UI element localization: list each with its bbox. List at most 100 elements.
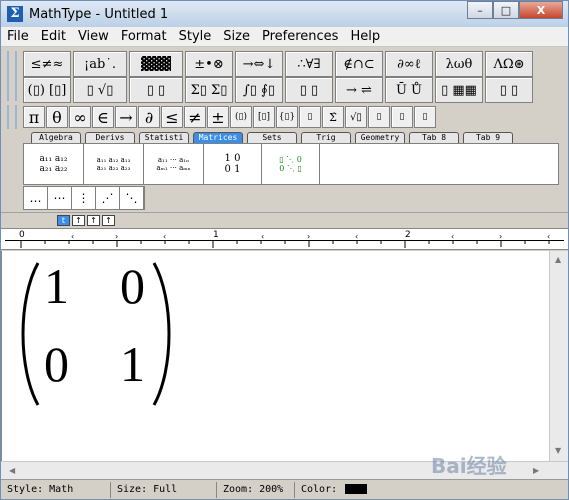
matrices-palette-button[interactable]: ▯ ▦▦ (435, 77, 483, 103)
infinity-symbol-button[interactable]: ∞ (69, 106, 91, 128)
scroll-down-icon[interactable]: ▼ (555, 446, 561, 455)
sum-template-button[interactable]: Σ̇ (322, 106, 344, 128)
down-diagonal-ellipsis-button[interactable]: ⋱ (120, 187, 144, 209)
menu-preferences[interactable]: Preferences (256, 29, 344, 44)
menu-edit[interactable]: Edit (35, 29, 72, 44)
scroll-left-icon[interactable]: ◀ (9, 466, 15, 475)
baidu-watermark: Bai经验 (431, 454, 507, 478)
misc-palette-button[interactable]: ∂∞ℓ (385, 51, 433, 77)
right-arrow-symbol-button[interactable]: → (115, 106, 137, 128)
root-template-button[interactable]: √▯ (345, 106, 367, 128)
menu-size[interactable]: Size (217, 29, 256, 44)
matrix-2x3-template-button[interactable]: a₁₁ a₁₂ a₁₃ a₂₁ a₂₂ a₂₃ (84, 144, 144, 184)
element-of-symbol-button[interactable]: ∈ (92, 106, 114, 128)
template-row: 0 ⋱ ▯ (279, 164, 302, 173)
symbol-bar: π θ ∞ ∈ → ∂ ≤ ≠ ± (▯) [▯] {▯} ▯ Σ̇ √▯ ▯ … (23, 106, 437, 128)
superscript-template-button[interactable]: ▯ (368, 106, 390, 128)
logic-palette-button[interactable]: ∴∀∃ (285, 51, 333, 77)
menu-file[interactable]: File (1, 29, 35, 44)
maximize-button[interactable]: □ (493, 1, 519, 19)
symbol-bar-grip[interactable] (7, 105, 17, 129)
partial-symbol-button[interactable]: ∂ (138, 106, 160, 128)
up-diagonal-ellipsis-button[interactable]: ⋰ (96, 187, 120, 209)
pi-symbol-button[interactable]: π (23, 106, 45, 128)
parens-template-button[interactable]: (▯) (230, 106, 252, 128)
status-style: Style: Math (1, 481, 111, 498)
template-row: a₂₁ a₂₂ (39, 164, 68, 174)
mathtype-logo-icon: Σ (7, 6, 23, 22)
nudge-up-button[interactable]: ↑ (72, 215, 85, 226)
scroll-up-icon[interactable]: ▲ (555, 255, 561, 264)
vertical-ellipsis-button[interactable]: ⋮ (72, 187, 96, 209)
embellishments-palette-button[interactable]: ▓▓▓ (129, 51, 183, 77)
nudge-text-button[interactable]: t (57, 215, 70, 226)
matrix-cell-1-1: 1 (44, 258, 69, 314)
greek-upper-palette-button[interactable]: ΛΩ⊛ (485, 51, 533, 77)
diagonal-matrix-template-button[interactable]: ▯ ⋱ 0 0 ⋱ ▯ (262, 144, 320, 184)
scripts-palette-button[interactable]: ▯ ▯ (129, 77, 183, 103)
matrix-mxn-template-button[interactable]: a₁₁ ⋯ a₁ₙ aₘ₁ ⋯ aₘₙ (144, 144, 204, 184)
sets-palette-button[interactable]: ∉∩⊂ (335, 51, 383, 77)
brackets-template-button[interactable]: [▯] (253, 106, 275, 128)
spaces-palette-button[interactable]: ¡ab˙. (73, 51, 127, 77)
palette-row-1: ≤≠≈ ¡ab˙. ▓▓▓ ±•⊗ →⇔↓ ∴∀∃ ∉∩⊂ ∂∞ℓ λωθ ΛΩ… (23, 51, 535, 77)
identity-matrix-template-button[interactable]: 1 0 0 1 (204, 144, 262, 184)
sums-palette-button[interactable]: Σ▯ Σ▯ (185, 77, 233, 103)
toolbar-grip[interactable] (7, 51, 17, 101)
ruler: 0 1 2 ‹ › ‹ ‹ › ‹ ‹ › ‹ (1, 228, 568, 250)
center-ellipsis-button[interactable]: ⋯ (48, 187, 72, 209)
products-palette-button[interactable]: Ū Ů (385, 77, 433, 103)
svg-text:›: › (115, 232, 118, 241)
subscript-template-button[interactable]: ▯ (391, 106, 413, 128)
ruler-ticks: ‹ › ‹ ‹ › ‹ ‹ › ‹ (20, 232, 550, 248)
template-row: a₁₁ ⋯ a₁ₙ (157, 156, 190, 164)
status-size: Size: Full (111, 481, 217, 498)
template-row: a₁₁ a₁₂ (39, 154, 68, 164)
relations-palette-button[interactable]: ≤≠≈ (23, 51, 71, 77)
not-equal-symbol-button[interactable]: ≠ (184, 106, 206, 128)
labeled-arrows-palette-button[interactable]: → ⇌ (335, 77, 383, 103)
template-row: ▯ ⋱ 0 (279, 155, 302, 164)
close-button[interactable]: X (519, 1, 563, 19)
svg-text:‹: ‹ (355, 232, 358, 241)
minimize-button[interactable]: – (467, 1, 493, 19)
nudge-up2-button[interactable]: ↑ (87, 215, 100, 226)
vertical-scrollbar[interactable]: ▲ ▼ (549, 251, 568, 461)
menu-help[interactable]: Help (344, 29, 386, 44)
matrix-cell-2-2: 1 (120, 336, 145, 392)
ellipsis-template-row: … ⋯ ⋮ ⋰ ⋱ (23, 186, 145, 210)
equation-editor[interactable]: 1 0 0 1 (1, 251, 549, 461)
matrix-2x2-template-button[interactable]: a₁₁ a₁₂ a₂₁ a₂₂ (24, 144, 84, 184)
app-window: Σ MathType - Untitled 1 – □ X File Edit … (0, 0, 569, 500)
template-row: 1 0 (224, 153, 241, 164)
svg-text:‹: ‹ (71, 232, 74, 241)
fences-palette-button[interactable]: (▯) [▯] (23, 77, 71, 103)
right-paren (152, 262, 171, 406)
boxes-palette-button[interactable]: ▯ ▯ (485, 77, 533, 103)
bars-palette-button[interactable]: ▯ ▯ (285, 77, 333, 103)
menu-style[interactable]: Style (173, 29, 218, 44)
integrals-palette-button[interactable]: ∫▯ ∮▯ (235, 77, 283, 103)
greek-lower-palette-button[interactable]: λωθ (435, 51, 483, 77)
svg-text:‹: ‹ (163, 232, 166, 241)
fractions-palette-button[interactable]: ▯ √▯ (73, 77, 127, 103)
subsuperscript-template-button[interactable]: ▯ (414, 106, 436, 128)
nudge-up3-button[interactable]: ↑ (102, 215, 115, 226)
svg-text:‹: ‹ (261, 232, 264, 241)
lower-ellipsis-button[interactable]: … (24, 187, 48, 209)
less-equal-symbol-button[interactable]: ≤ (161, 106, 183, 128)
plus-minus-symbol-button[interactable]: ± (207, 106, 229, 128)
braces-template-button[interactable]: {▯} (276, 106, 298, 128)
fraction-template-button[interactable]: ▯ (299, 106, 321, 128)
theta-symbol-button[interactable]: θ (46, 106, 68, 128)
status-zoom: Zoom: 200% (217, 481, 295, 498)
window-controls: – □ X (467, 1, 563, 19)
menu-view[interactable]: View (72, 29, 115, 44)
operators-palette-button[interactable]: ±•⊗ (185, 51, 233, 77)
menu-format[interactable]: Format (115, 29, 173, 44)
svg-text:‹: ‹ (451, 232, 454, 241)
arrows-palette-button[interactable]: →⇔↓ (235, 51, 283, 77)
template-row: a₁₁ a₁₂ a₁₃ (96, 156, 131, 164)
toolbar-area: ≤≠≈ ¡ab˙. ▓▓▓ ±•⊗ →⇔↓ ∴∀∃ ∉∩⊂ ∂∞ℓ λωθ ΛΩ… (1, 47, 568, 212)
scroll-right-icon[interactable]: ▶ (533, 466, 539, 475)
